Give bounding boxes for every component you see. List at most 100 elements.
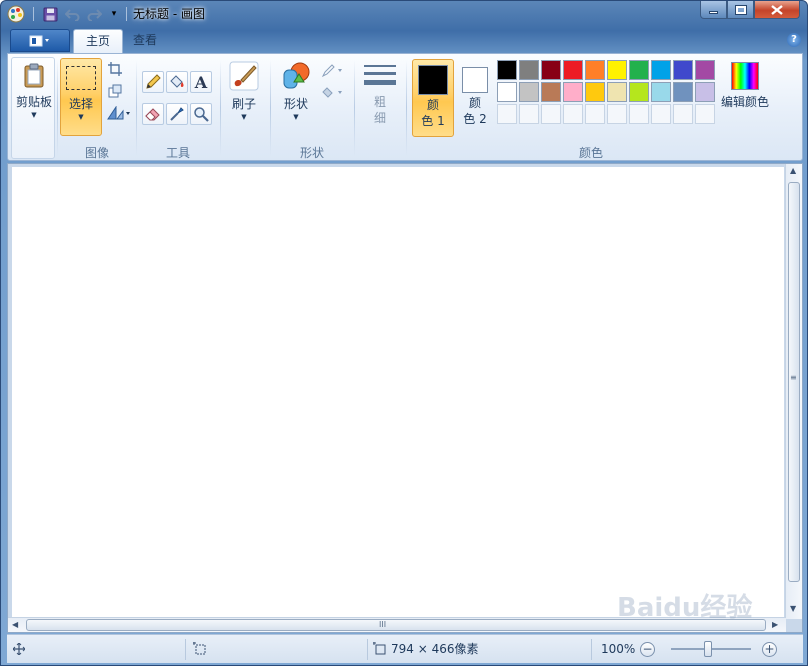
shapes-button[interactable]: 形状 ▼ — [276, 58, 316, 122]
vertical-scroll-thumb[interactable]: ≡ — [788, 182, 800, 582]
file-menu-button[interactable] — [10, 29, 70, 52]
color2-button[interactable]: 颜 色 2 — [454, 59, 496, 137]
zoom-out-button[interactable]: − — [640, 642, 655, 657]
file-menu-icon — [29, 35, 49, 46]
status-divider — [367, 639, 368, 660]
palette-swatch[interactable] — [673, 60, 693, 80]
shapes-icon — [283, 62, 310, 89]
fill-tool[interactable] — [166, 71, 188, 93]
palette-custom-slot[interactable] — [607, 104, 627, 124]
brushes-button[interactable]: 刷子 ▼ — [224, 58, 264, 122]
eraser-icon — [145, 108, 160, 121]
palette-swatch[interactable] — [607, 82, 627, 102]
title-bar: ▾ 无标题 - 画图 — [1, 1, 807, 27]
shapes-label: 形状 — [283, 97, 308, 111]
palette-custom-slot[interactable] — [585, 104, 605, 124]
palette-custom-slot[interactable] — [541, 104, 561, 124]
minimize-button[interactable] — [700, 1, 727, 19]
zoom-in-icon: + — [764, 642, 775, 656]
undo-icon[interactable] — [63, 5, 81, 23]
palette-swatch[interactable] — [497, 60, 517, 80]
magnifier-icon — [194, 107, 209, 122]
palette-swatch[interactable] — [541, 82, 561, 102]
palette-swatch[interactable] — [695, 82, 715, 102]
vertical-grip-icon: ≡ — [790, 373, 797, 382]
resize-icon[interactable] — [106, 82, 124, 100]
palette-swatch[interactable] — [519, 82, 539, 102]
help-icon[interactable]: ? — [787, 33, 801, 47]
close-button[interactable] — [754, 1, 800, 19]
brushes-dropdown-icon: ▼ — [241, 113, 247, 121]
cursor-position-icon — [12, 635, 26, 664]
palette-swatch[interactable] — [629, 82, 649, 102]
magnifier-tool[interactable] — [190, 103, 212, 125]
ribbon-home: 剪贴板 ▼ 选择 ▼ 图像 A 工具 刷子 ▼ 形状 ▼ 形状 粗 细 颜 色 … — [7, 53, 803, 161]
vertical-scrollbar[interactable]: ▲ ≡ ▼ — [785, 164, 802, 619]
palette-swatch[interactable] — [695, 60, 715, 80]
palette-swatch[interactable] — [585, 60, 605, 80]
crop-icon[interactable] — [106, 60, 124, 78]
palette-custom-slot[interactable] — [673, 104, 693, 124]
paint-window: ▾ 无标题 - 画图 主页 查看 ? 剪贴板 ▼ 选择 ▼ 图像 A 工具 刷子… — [0, 0, 808, 666]
palette-swatch[interactable] — [651, 82, 671, 102]
group-divider — [270, 60, 271, 156]
group-divider — [406, 60, 407, 156]
save-icon[interactable] — [41, 5, 59, 23]
color1-label-line1: 颜 — [426, 98, 439, 112]
size-button[interactable]: 粗 细 — [360, 58, 400, 126]
palette-swatch[interactable] — [673, 82, 693, 102]
select-rectangle-icon — [66, 66, 96, 90]
scroll-up-icon[interactable]: ▲ — [790, 166, 796, 175]
edit-colors-button[interactable]: 编辑颜色 — [716, 58, 774, 110]
palette-custom-slot[interactable] — [629, 104, 649, 124]
pencil-tool[interactable] — [142, 71, 164, 93]
palette-custom-slot[interactable] — [563, 104, 583, 124]
zoom-out-icon: − — [642, 642, 653, 656]
group-divider — [220, 60, 221, 156]
scroll-left-icon[interactable]: ◀ — [12, 620, 18, 629]
color1-button[interactable]: 颜 色 1 — [412, 59, 454, 137]
color2-swatch — [462, 67, 488, 93]
eraser-tool[interactable] — [142, 103, 164, 125]
palette-swatch[interactable] — [519, 60, 539, 80]
size-label-line2: 细 — [373, 111, 386, 125]
canvas-size-icon — [373, 635, 387, 664]
palette-swatch[interactable] — [585, 82, 605, 102]
clipboard-button[interactable]: 剪贴板 ▼ — [12, 58, 56, 120]
color-picker-tool[interactable] — [166, 103, 188, 125]
redo-icon[interactable] — [85, 5, 103, 23]
palette-swatch[interactable] — [607, 60, 627, 80]
drawing-canvas[interactable] — [12, 167, 784, 618]
paint-app-icon[interactable] — [7, 5, 25, 23]
image-group-label: 图像 — [84, 146, 109, 160]
palette-swatch[interactable] — [563, 60, 583, 80]
palette-swatch[interactable] — [629, 60, 649, 80]
palette-swatch[interactable] — [651, 60, 671, 80]
fill-icon[interactable] — [320, 84, 346, 102]
outline-icon[interactable] — [320, 62, 346, 80]
color2-label-line1: 颜 — [468, 96, 481, 110]
palette-swatch[interactable] — [563, 82, 583, 102]
qat-divider — [33, 7, 34, 21]
zoom-in-button[interactable]: + — [762, 642, 777, 657]
horizontal-grip-icon: III — [379, 620, 387, 629]
maximize-button[interactable] — [727, 1, 754, 19]
palette-custom-slot[interactable] — [519, 104, 539, 124]
select-button[interactable]: 选择 ▼ — [60, 58, 102, 136]
palette-swatch[interactable] — [497, 82, 517, 102]
scroll-down-icon[interactable]: ▼ — [790, 604, 796, 613]
color1-label-line2: 色 1 — [421, 114, 445, 128]
tab-view[interactable]: 查看 — [121, 29, 169, 53]
customize-dropdown-icon[interactable]: ▾ — [105, 5, 123, 23]
text-icon[interactable]: A — [190, 71, 212, 93]
palette-swatch[interactable] — [541, 60, 561, 80]
watermark-text: Baidu经验 — [617, 593, 753, 623]
palette-custom-slot[interactable] — [651, 104, 671, 124]
tab-home[interactable]: 主页 — [73, 29, 124, 53]
shapes-group-label: 形状 — [299, 146, 324, 160]
rotate-icon[interactable] — [106, 104, 132, 122]
palette-custom-slot[interactable] — [497, 104, 517, 124]
palette-custom-slot[interactable] — [695, 104, 715, 124]
zoom-slider-thumb[interactable] — [704, 641, 712, 657]
group-divider — [354, 60, 355, 156]
